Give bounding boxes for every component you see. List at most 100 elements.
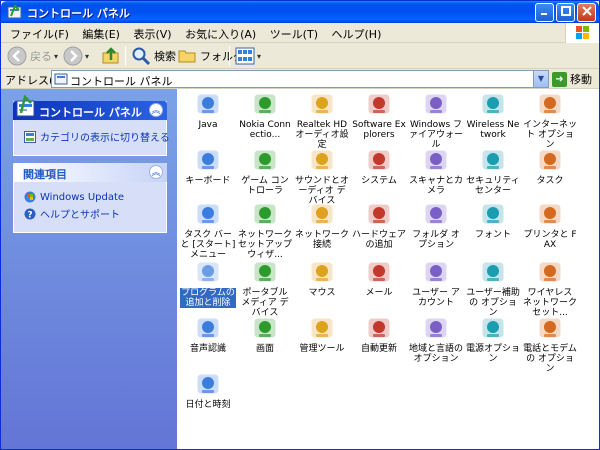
windows-update-label: Windows Update [40,191,125,203]
search-label: 検索 [154,50,176,63]
maximize-button[interactable] [556,3,575,22]
back-dropdown-icon[interactable]: ▾ [54,52,58,61]
cp-item[interactable]: プログラムの追加と削除 [180,259,236,308]
cp-item[interactable]: サウンドとオーディオ デバイス [294,147,350,206]
cp-item[interactable]: 地域と言語の オプション [408,315,464,364]
address-dropdown-button[interactable]: ▼ [533,71,548,87]
title-bar[interactable]: コントロール パネル [1,1,599,23]
cp-item[interactable]: 電源オプション [465,315,521,364]
portable-media-icon [254,262,276,282]
cp-item[interactable]: タスク [522,147,578,186]
collapse-icon[interactable]: ︽ [149,165,163,179]
menu-bar: ファイル(F) 編集(E) 表示(V) お気に入り(A) ツール(T) ヘルプ(… [1,23,599,43]
collapse-icon[interactable]: ︽ [149,103,163,117]
go-button[interactable]: ➜ 移動 [552,71,592,87]
cp-item[interactable]: セキュリティ センター [465,147,521,196]
cp-item[interactable]: ハードウェアの追加 [351,201,407,250]
cp-item-label: 音声認識 [189,344,226,354]
close-button[interactable] [577,3,596,22]
cp-item[interactable]: 管理ツール [294,315,350,354]
cp-item[interactable]: スキャナとカメラ [408,147,464,196]
cp-item-label: キーボード [185,176,231,186]
folder-icon [178,50,196,63]
related-section-header[interactable]: 関連項目 ︽ [13,163,167,182]
help-support-link[interactable]: ? ヘルプとサポート [24,206,158,221]
cp-item[interactable]: メール [351,259,407,298]
cp-item[interactable]: ユーザー アカウント [408,259,464,308]
menu-edit[interactable]: 編集(E) [77,23,125,45]
cp-item-label: タスク [536,176,564,186]
cp-item[interactable]: システム [351,147,407,186]
minimize-button[interactable] [535,3,554,22]
forward-dropdown-icon[interactable]: ▾ [85,52,89,61]
nokia-phone-icon [254,94,276,114]
cp-item[interactable]: ポータブル メディア デバイス [237,259,293,318]
cp-item[interactable]: 画面 [237,315,293,354]
cp-item-label: マウス [308,288,336,298]
control-panel-section-header[interactable]: コントロール パネル ︽ [13,95,167,120]
address-input[interactable]: コントロール パネル ▼ [51,70,549,88]
folders-button[interactable]: フォルダ [177,45,244,67]
cp-item-label: ハードウェアの追加 [351,230,406,250]
scanner-camera-icon [425,150,447,170]
cp-item[interactable]: 日付と時刻 [180,371,236,410]
menu-favorites[interactable]: お気に入り(A) [180,23,261,45]
switch-category-view-link[interactable]: カテゴリの表示に切り替える [24,129,170,144]
cp-item-label: 地域と言語の オプション [408,344,463,364]
taskbar-icon [197,204,219,224]
cp-item[interactable]: ネットワーク接続 [294,201,350,250]
cp-item[interactable]: Software Explorers [351,91,407,140]
cp-item-label: ネットワーク接続 [294,230,349,250]
menu-view[interactable]: 表示(V) [128,23,176,45]
go-label: 移動 [570,73,592,86]
cp-item[interactable]: ネットワーク セットアップ ウィザ... [237,201,293,260]
display-icon [254,318,276,338]
windows-flag-icon [576,26,589,39]
views-dropdown-icon[interactable]: ▾ [257,52,261,61]
up-folder-button[interactable] [101,45,121,67]
cp-item[interactable]: 電話とモデムの オプション [522,315,578,374]
cp-item[interactable]: 音声認識 [180,315,236,354]
cp-item[interactable]: ゲーム コントローラ [237,147,293,196]
menu-file[interactable]: ファイル(F) [5,23,74,45]
menu-help[interactable]: ヘルプ(H) [327,23,387,45]
cp-item-label: タスク バーと [スタート] メニュー [180,230,236,260]
help-support-label: ヘルプとサポート [40,210,120,221]
cp-item-label: Java [198,120,218,130]
cp-item[interactable]: マウス [294,259,350,298]
cp-item-label: ゲーム コントローラ [241,176,289,196]
cp-item[interactable]: プリンタと FAX [522,201,578,250]
cp-item-label: ポータブル メディア デバイス [241,288,289,318]
cp-item[interactable]: キーボード [180,147,236,186]
scheduled-tasks-icon [539,150,561,170]
add-hardware-icon [368,204,390,224]
search-button[interactable]: 検索 [131,45,176,67]
cp-item-label: インターネット オプション [522,120,577,150]
cp-item-label: Wireless Network [466,120,520,140]
cp-item[interactable]: 自動更新 [351,315,407,354]
cp-item-label: 日付と時刻 [185,400,231,410]
cp-item-label: ユーザー アカウント [412,288,460,308]
views-button[interactable]: ▾ [235,45,261,67]
cp-item-label: ユーザー補助の オプション [466,288,520,318]
cp-item-label: プリンタと FAX [523,230,577,250]
back-button[interactable]: 戻る ▾ [7,45,58,67]
menu-tools[interactable]: ツール(T) [265,23,323,45]
cp-item[interactable]: Windows ファイアウォール [408,91,464,150]
cp-item[interactable]: ワイヤレス ネットワーク セット... [522,259,578,318]
cp-item[interactable]: Wireless Network [465,91,521,140]
speaker-icon [311,94,333,114]
forward-button[interactable]: ▾ [63,45,89,67]
cp-item[interactable]: ユーザー補助の オプション [465,259,521,318]
cp-item[interactable]: タスク バーと [スタート] メニュー [180,201,236,260]
control-panel-section: コントロール パネル ︽ カテゴリの表示に切り替える [13,95,170,156]
java-icon [197,94,219,114]
windows-update-link[interactable]: Windows Update [24,191,158,203]
cp-item[interactable]: インターネット オプション [522,91,578,150]
cp-item[interactable]: Nokia Connectio... [237,91,293,140]
cp-item[interactable]: フォント [465,201,521,240]
cp-item[interactable]: Realtek HDオーディオ設定 [294,91,350,150]
cp-item-label: Software Explorers [352,120,406,140]
cp-item[interactable]: Java [180,91,236,130]
cp-item[interactable]: フォルダ オプション [408,201,464,250]
